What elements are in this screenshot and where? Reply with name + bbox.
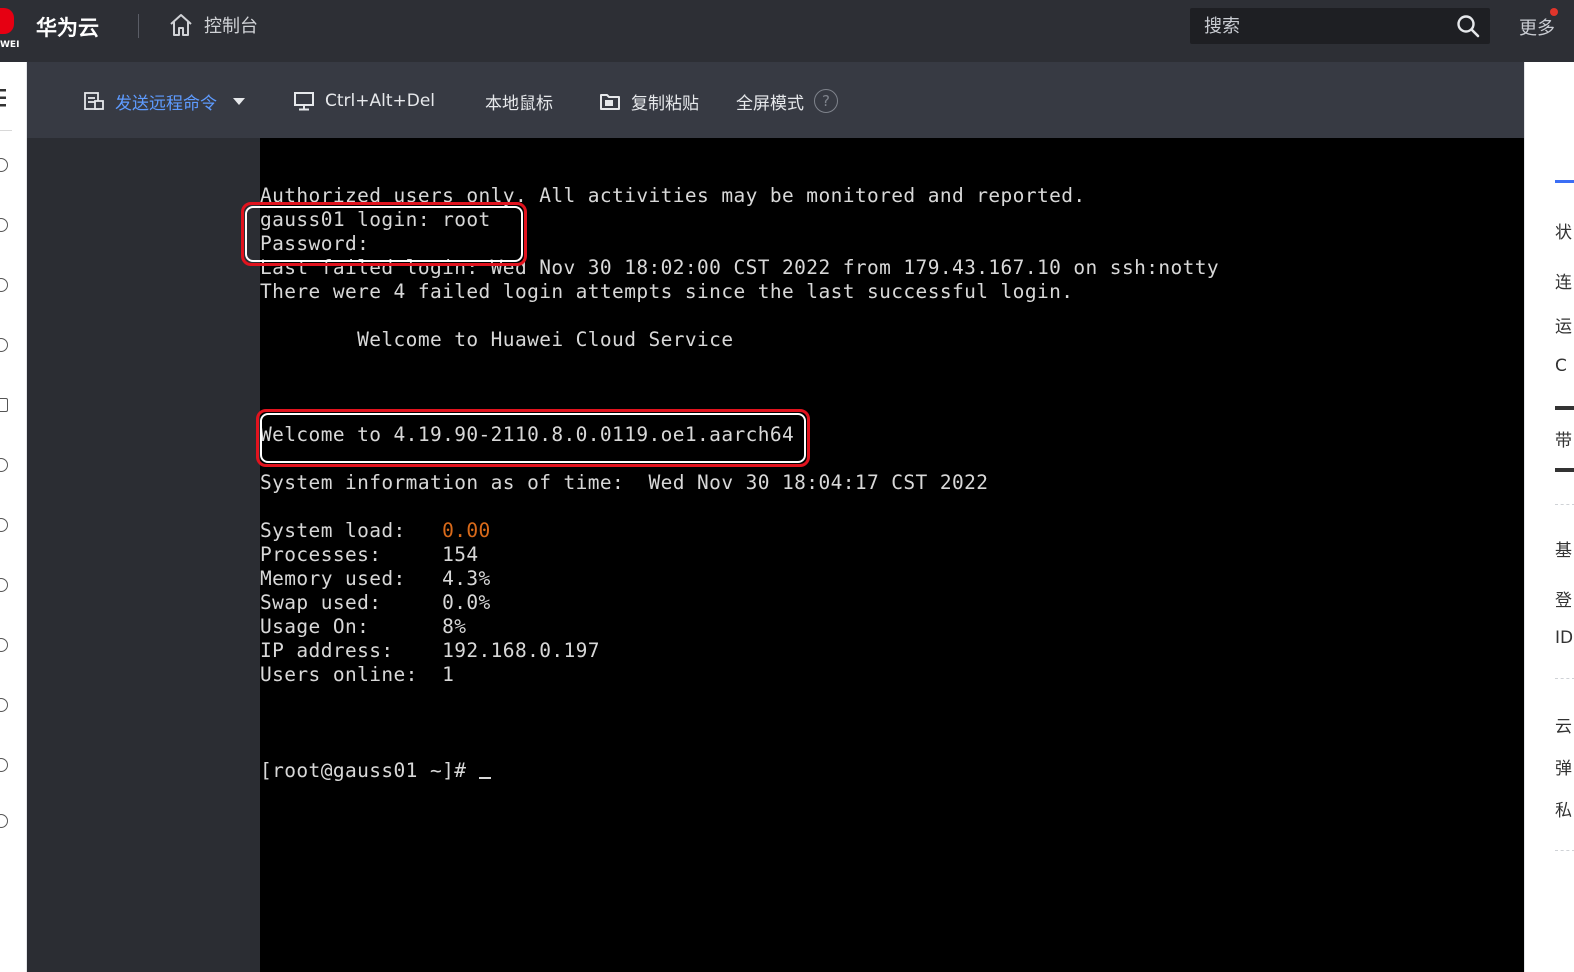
panel-label: 登 bbox=[1555, 591, 1572, 611]
annotation-box-login bbox=[241, 202, 527, 266]
ctrl-alt-del-button[interactable]: Ctrl+Alt+Del bbox=[293, 88, 435, 114]
terminal-line: Welcome to Huawei Cloud Service bbox=[260, 328, 734, 351]
terminal-line: System information as of time: Wed Nov 3… bbox=[260, 471, 989, 494]
sysinfo-label: Usage On: bbox=[260, 615, 443, 638]
terminal-cursor bbox=[478, 777, 491, 779]
service-icon[interactable] bbox=[0, 458, 8, 472]
service-icon[interactable] bbox=[0, 518, 8, 532]
notification-dot bbox=[1550, 8, 1558, 16]
monitor-icon bbox=[294, 92, 314, 111]
panel-value-dash bbox=[1555, 406, 1574, 410]
sysinfo-value: 192.168.0.197 bbox=[442, 639, 600, 662]
panel-separator bbox=[1555, 504, 1574, 505]
annotation-box-kernel bbox=[256, 409, 810, 467]
sysinfo-row: IP address: 192.168.0.197 bbox=[260, 639, 600, 663]
panel-label: ID bbox=[1555, 628, 1574, 648]
service-icon[interactable] bbox=[0, 338, 8, 352]
sidebar-divider bbox=[0, 130, 12, 131]
panel-value-dash bbox=[1555, 468, 1574, 472]
sysinfo-label: Memory used: bbox=[260, 567, 443, 590]
panel-separator bbox=[1555, 850, 1574, 851]
sysinfo-label: Users online: bbox=[260, 663, 443, 686]
panel-label: 弹 bbox=[1555, 759, 1572, 779]
logo-petal-icon bbox=[0, 8, 14, 34]
send-command-label: 发送远程命令 bbox=[115, 93, 217, 114]
chevron-down-icon bbox=[233, 97, 245, 105]
sysinfo-value: 8% bbox=[442, 615, 467, 638]
ctrl-alt-del-label: Ctrl+Alt+Del bbox=[325, 91, 436, 111]
active-tab-indicator bbox=[1555, 180, 1574, 183]
sysinfo-value: 0.0% bbox=[442, 591, 491, 614]
sysinfo-row: Usage On: 8% bbox=[260, 615, 466, 639]
fullscreen-button[interactable]: 全屏模式 ? bbox=[736, 88, 838, 114]
sysinfo-value: 0.00 bbox=[442, 519, 491, 542]
copy-paste-button[interactable]: 复制粘贴 bbox=[599, 88, 699, 114]
more-menu[interactable]: 更多 bbox=[1519, 14, 1555, 40]
folder-icon bbox=[600, 94, 620, 110]
sysinfo-row: System load: 0.00 bbox=[260, 519, 491, 543]
panel-label: 运 bbox=[1555, 317, 1572, 337]
command-icon bbox=[84, 92, 104, 110]
annotation-box-inner bbox=[260, 413, 806, 463]
send-command-dropdown[interactable]: 发送远程命令 bbox=[83, 88, 245, 114]
service-icon[interactable] bbox=[0, 218, 8, 232]
panel-heading: 基 bbox=[1555, 541, 1572, 561]
search-box[interactable] bbox=[1190, 8, 1490, 44]
sysinfo-label: Swap used: bbox=[260, 591, 443, 614]
terminal-line: There were 4 failed login attempts since… bbox=[260, 280, 1074, 303]
sysinfo-value: 4.3% bbox=[442, 567, 491, 590]
sysinfo-row: Memory used: 4.3% bbox=[260, 567, 491, 591]
globe-icon[interactable] bbox=[0, 814, 8, 828]
prompt-text: [root@gauss01 ~]# bbox=[260, 759, 479, 782]
huawei-logo[interactable]: WEI bbox=[0, 4, 20, 50]
header-divider bbox=[138, 14, 139, 38]
remote-toolbar: 发送远程命令 Ctrl+Alt+Del 本地鼠标 复制粘贴 全屏模式 ? bbox=[27, 62, 1524, 138]
panel-label: 云 bbox=[1555, 717, 1572, 737]
console-link[interactable]: 控制台 bbox=[168, 11, 258, 39]
panel-label: 私 bbox=[1555, 801, 1572, 821]
sysinfo-value: 1 bbox=[442, 663, 455, 686]
panel-label: C bbox=[1555, 356, 1567, 376]
left-sidebar bbox=[0, 62, 27, 972]
sysinfo-label: System load: bbox=[260, 519, 443, 542]
console-label: 控制台 bbox=[204, 16, 258, 37]
menu-icon[interactable] bbox=[0, 88, 8, 108]
sysinfo-label: IP address: bbox=[260, 639, 443, 662]
home-icon bbox=[170, 14, 192, 36]
copy-paste-label: 复制粘贴 bbox=[631, 93, 699, 114]
search-icon[interactable] bbox=[1456, 14, 1480, 38]
help-icon[interactable]: ? bbox=[814, 89, 838, 113]
panel-label: 连 bbox=[1555, 273, 1572, 293]
local-mouse-label: 本地鼠标 bbox=[485, 93, 553, 114]
fullscreen-label: 全屏模式 bbox=[736, 93, 804, 114]
sysinfo-row: Processes: 154 bbox=[260, 543, 479, 567]
brand-name[interactable]: 华为云 bbox=[36, 12, 99, 42]
panel-heading: 状 bbox=[1555, 223, 1572, 243]
sysinfo-row: Swap used: 0.0% bbox=[260, 591, 491, 615]
logo-text: WEI bbox=[0, 40, 20, 50]
top-header: WEI 华为云 控制台 更多 bbox=[0, 0, 1574, 62]
sysinfo-label: Processes: bbox=[260, 543, 443, 566]
service-icon[interactable] bbox=[0, 578, 8, 592]
local-mouse-button[interactable]: 本地鼠标 bbox=[485, 88, 553, 114]
service-icon[interactable] bbox=[0, 278, 8, 292]
search-input[interactable] bbox=[1204, 14, 1444, 38]
right-info-panel: 状 连 运 C 带 基 登 ID 云 弹 私 bbox=[1524, 62, 1574, 972]
shell-prompt[interactable]: [root@gauss01 ~]# bbox=[260, 759, 491, 783]
sysinfo-value: 154 bbox=[442, 543, 479, 566]
panel-label: 带 bbox=[1555, 431, 1572, 451]
service-icon[interactable] bbox=[0, 638, 8, 652]
service-icon[interactable] bbox=[0, 698, 8, 712]
annotation-box-inner bbox=[245, 206, 523, 262]
service-icon[interactable] bbox=[0, 158, 8, 172]
service-icon[interactable] bbox=[0, 758, 8, 772]
sysinfo-row: Users online: 1 bbox=[260, 663, 454, 687]
service-icon[interactable] bbox=[0, 398, 8, 412]
panel-separator bbox=[1555, 678, 1574, 679]
